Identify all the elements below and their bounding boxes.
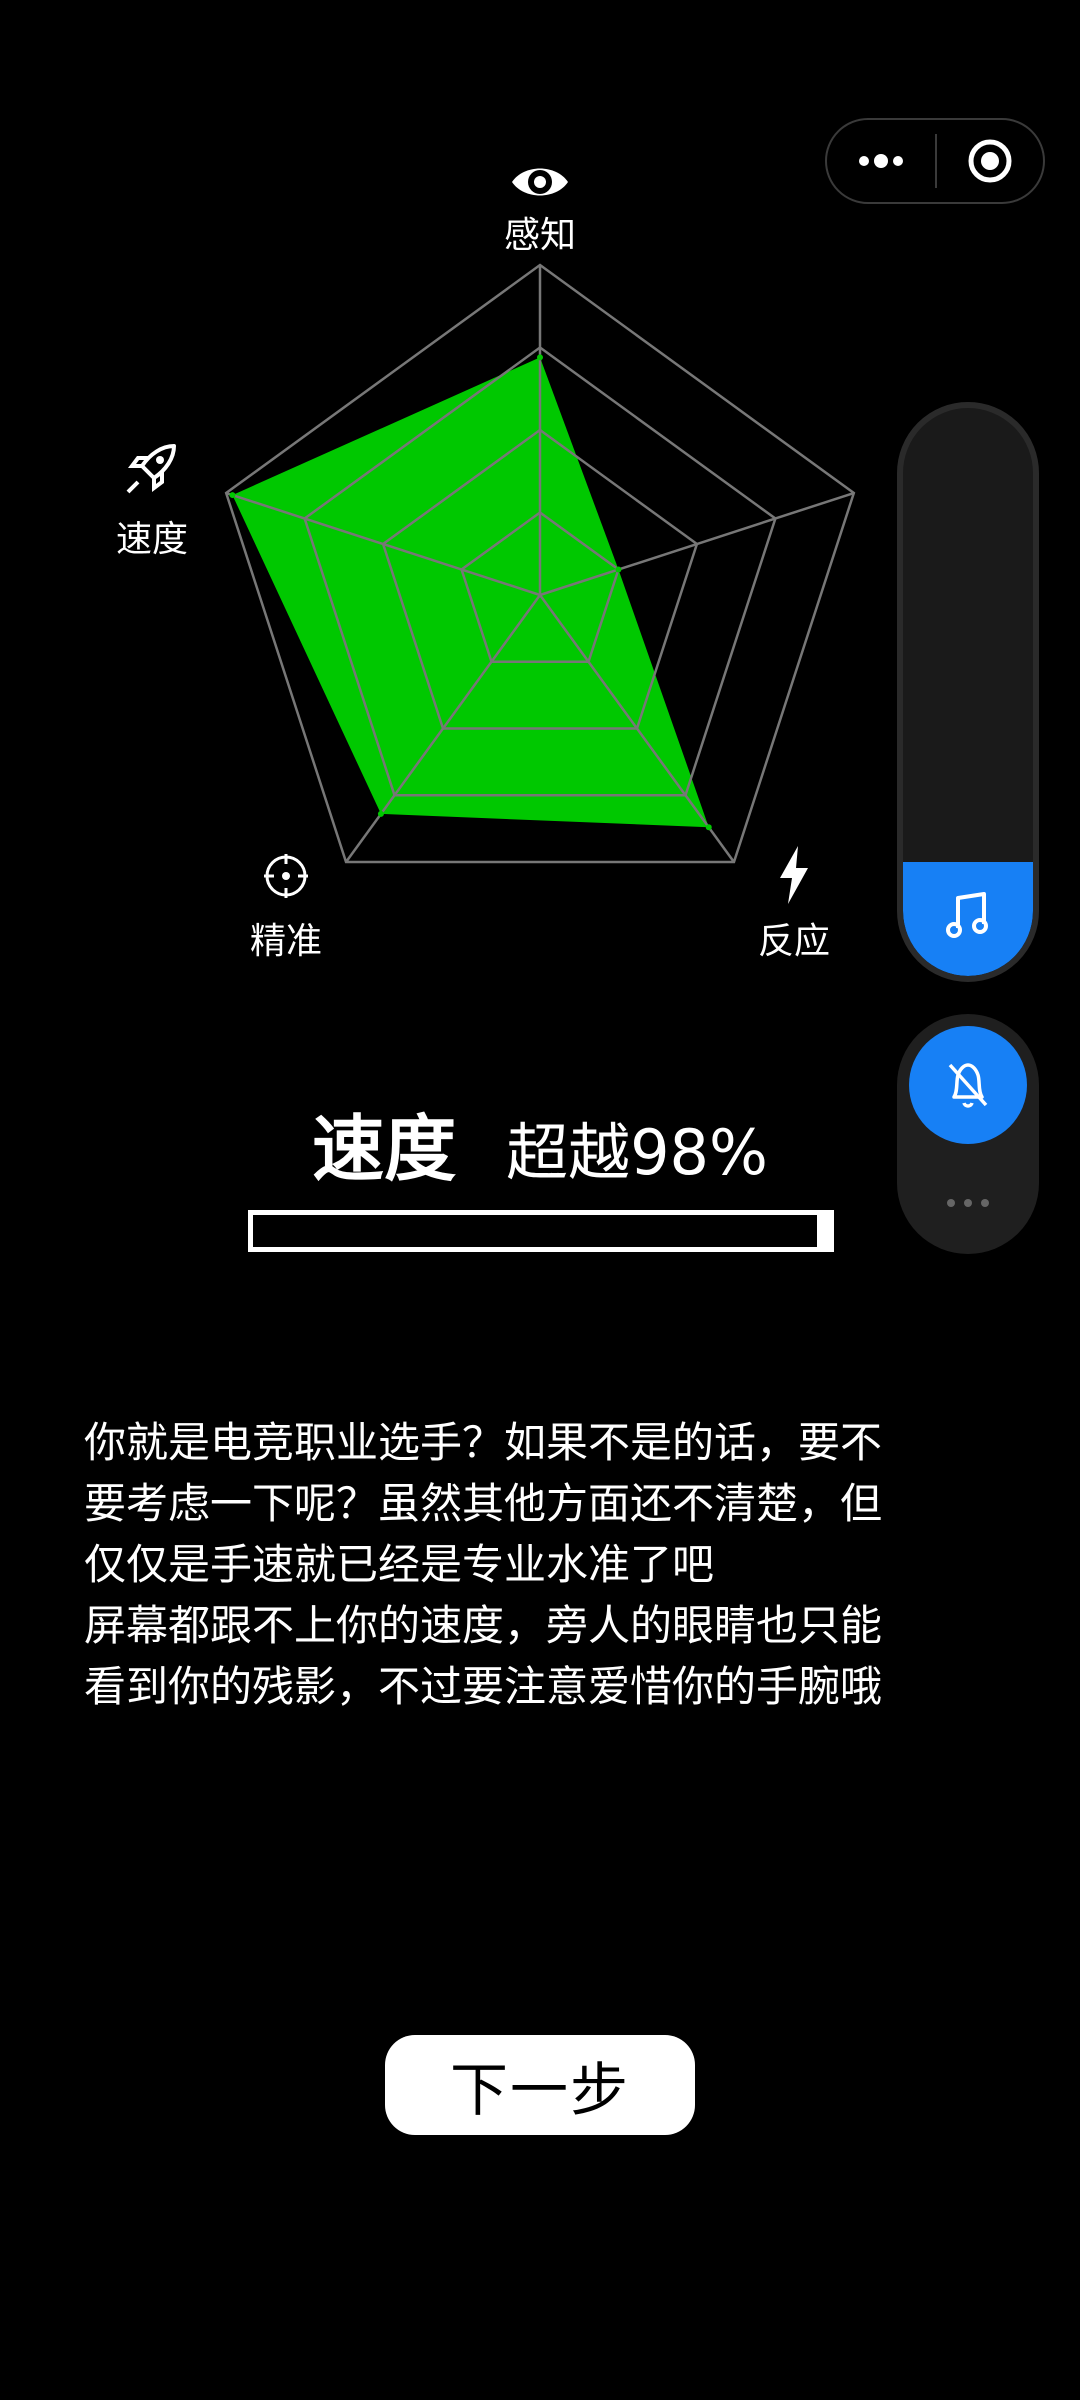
radar-data-area xyxy=(232,357,709,828)
stat-name: 速度 xyxy=(312,1107,457,1191)
next-step-button[interactable]: 下一步 xyxy=(385,2035,695,2135)
axis-label-reaction: 反应 xyxy=(757,921,830,962)
lightning-icon xyxy=(780,846,808,904)
rocket-icon xyxy=(126,444,176,494)
result-headline: 速度 超越98% xyxy=(0,1090,1080,1195)
radar-point xyxy=(537,354,543,361)
close-button[interactable] xyxy=(937,120,1043,202)
beat-percent: 超越98% xyxy=(506,1116,768,1189)
result-progress-bar xyxy=(248,1210,834,1252)
mute-more[interactable] xyxy=(897,1194,1039,1213)
crosshair-icon xyxy=(264,854,308,898)
radar-point xyxy=(229,492,236,499)
progress-fill xyxy=(817,1215,829,1247)
axis-label-perception: 感知 xyxy=(503,215,576,256)
radar-point xyxy=(615,566,622,573)
radar-point xyxy=(705,824,712,831)
target-circle-icon xyxy=(968,139,1012,183)
volume-slider[interactable] xyxy=(897,402,1039,982)
axis-label-speed: 速度 xyxy=(115,519,188,560)
eye-icon xyxy=(512,168,568,196)
music-note-icon xyxy=(946,892,988,938)
radar-chart: 感知 速度 精准 反应 xyxy=(0,0,900,1000)
axis-label-accuracy: 精准 xyxy=(249,921,322,962)
radar-point xyxy=(377,810,384,817)
more-dots-icon xyxy=(947,1199,989,1207)
radar-svg xyxy=(224,263,856,864)
result-description: 你就是电竞职业选手？如果不是的话，要不 要考虑一下呢？虽然其他方面还不清楚，但 … xyxy=(84,1418,883,1711)
